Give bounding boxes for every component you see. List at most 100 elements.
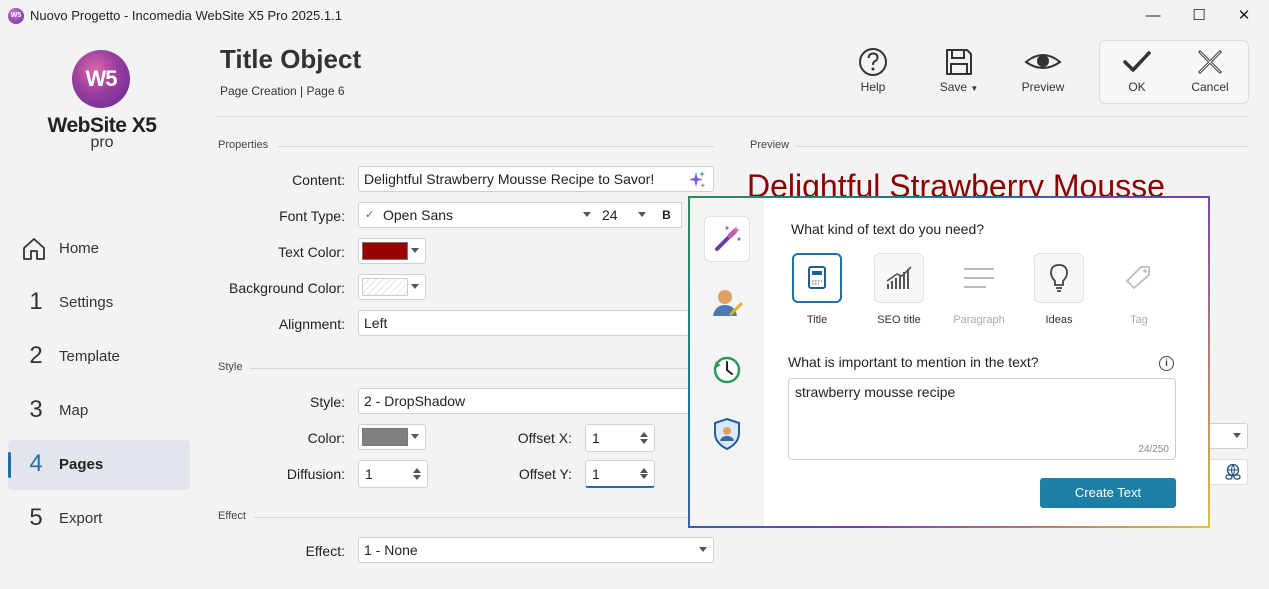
checkmark-icon: ✓ (365, 209, 375, 221)
chevron-down-icon (638, 212, 646, 217)
shield-user-icon (714, 417, 740, 451)
properties-divider (278, 146, 714, 147)
create-text-button[interactable]: Create Text (1040, 478, 1176, 508)
offset-x-stepper[interactable]: 1 (585, 424, 655, 452)
diffusion-label: Diffusion: (286, 466, 345, 482)
cancel-label: Cancel (1191, 80, 1229, 94)
link-globe-icon[interactable] (1223, 463, 1243, 481)
shadow-color-picker[interactable] (358, 424, 426, 450)
title-icon (808, 266, 826, 289)
info-icon[interactable]: i (1159, 356, 1174, 371)
maximize-button[interactable]: ☐ (1176, 0, 1222, 32)
ai-tab-magic-wand[interactable] (704, 216, 750, 262)
ai-tab-writer[interactable] (704, 282, 750, 328)
offset-y-stepper[interactable]: 1 (585, 460, 655, 488)
lightbulb-icon (1050, 264, 1068, 292)
stepper-down-icon[interactable] (413, 475, 421, 480)
font-size-value: 24 (602, 207, 618, 223)
style-value: 2 - DropShadow (364, 393, 466, 409)
help-label: Help (860, 80, 886, 94)
style-select[interactable]: 2 - DropShadow (358, 388, 714, 414)
website-x5-logo: W5 (72, 50, 130, 108)
writer-person-icon (713, 290, 743, 316)
ok-button[interactable]: OK (1113, 44, 1161, 104)
nav-pages[interactable]: 4 Pages (8, 440, 190, 490)
ai-tab-history[interactable] (704, 348, 750, 394)
bold-button[interactable]: B (652, 202, 682, 228)
diffusion-value: 1 (365, 466, 373, 482)
kind-tag-label: Tag (1130, 314, 1148, 326)
stepper-up-icon[interactable] (640, 432, 648, 437)
chevron-down-icon (699, 547, 707, 552)
cancel-button[interactable]: Cancel (1186, 44, 1234, 104)
preview-button[interactable]: Preview (1016, 44, 1070, 104)
background-color-picker[interactable] (358, 274, 426, 300)
effect-select[interactable]: 1 - None (358, 537, 714, 563)
alignment-select[interactable]: Left (358, 310, 714, 336)
ai-prompt-textarea[interactable]: strawberry mousse recipe 24/250 (788, 378, 1176, 460)
logo-edition: pro (90, 134, 114, 151)
content-field[interactable]: Delightful Strawberry Mousse Recipe to S… (358, 166, 714, 192)
ai-sparkle-icon[interactable] (687, 170, 707, 190)
effect-label: Effect: (305, 543, 345, 559)
alignment-label: Alignment: (278, 316, 345, 332)
style-label: Style: (309, 394, 345, 410)
ai-sidebar (690, 198, 764, 526)
transparent-swatch (362, 278, 408, 296)
kind-ideas-label: Ideas (1045, 314, 1073, 326)
nav-map-label: Map (59, 402, 89, 419)
home-icon (23, 238, 45, 260)
nav-settings-number: 1 (29, 288, 43, 315)
nav-export[interactable]: 5 Export (8, 494, 190, 544)
kind-paragraph-button[interactable] (954, 253, 1004, 303)
kind-title-button[interactable] (792, 253, 842, 303)
ai-assistant-popup: What kind of text do you need? Title SEO… (688, 196, 1210, 528)
kind-tag-button[interactable] (1114, 253, 1164, 303)
offset-y-value: 1 (592, 466, 600, 482)
tag-icon (1126, 266, 1150, 289)
stepper-down-icon[interactable] (640, 439, 648, 444)
chevron-down-icon (411, 248, 419, 253)
kind-seo-title-button[interactable] (874, 253, 924, 303)
close-window-button[interactable]: ✕ (1221, 0, 1267, 32)
kind-ideas-button[interactable] (1034, 253, 1084, 303)
nav-settings[interactable]: 1 Settings (8, 278, 190, 328)
page-title: Title Object (220, 44, 362, 74)
window-title-bar: W5 Nuovo Progetto - Incomedia WebSite X5… (0, 0, 1269, 32)
text-color-label: Text Color: (278, 244, 345, 260)
nav-map-number: 3 (29, 396, 43, 423)
window-title: Nuovo Progetto - Incomedia WebSite X5 Pr… (30, 8, 342, 23)
kind-paragraph-label: Paragraph (953, 314, 1005, 326)
app-icon: W5 (8, 8, 24, 24)
nav-pages-label: Pages (59, 456, 104, 473)
offset-y-label: Offset Y: (518, 466, 572, 482)
nav-map[interactable]: 3 Map (8, 386, 190, 436)
save-button[interactable]: Save ▼ (932, 44, 986, 104)
seo-chart-icon (886, 266, 912, 289)
ai-tab-privacy[interactable] (704, 412, 750, 458)
chevron-down-icon (1233, 433, 1241, 438)
ai-prompt-value: strawberry mousse recipe (795, 384, 956, 400)
text-color-picker[interactable] (358, 238, 426, 264)
nav-template-number: 2 (29, 342, 43, 369)
help-button[interactable]: Help (848, 44, 898, 104)
nav-template[interactable]: 2 Template (8, 332, 190, 382)
ai-mention-label: What is important to mention in the text… (788, 354, 1039, 370)
nav-home[interactable]: Home (8, 224, 190, 274)
stepper-down-icon[interactable] (640, 474, 648, 479)
nav-export-number: 5 (29, 504, 43, 531)
save-dropdown-icon: ▼ (970, 84, 979, 93)
font-type-select[interactable]: ✓ Open Sans (358, 202, 598, 228)
nav-export-label: Export (59, 510, 103, 527)
minimize-button[interactable]: — (1130, 0, 1176, 32)
style-section-title: Style (218, 361, 243, 373)
history-clock-icon (713, 356, 741, 384)
stepper-up-icon[interactable] (413, 468, 421, 473)
offset-x-value: 1 (592, 430, 600, 446)
offset-x-label: Offset X: (517, 430, 572, 446)
font-size-select[interactable]: 24 (597, 202, 653, 228)
diffusion-stepper[interactable]: 1 (358, 460, 428, 488)
kind-title-label: Title (806, 314, 828, 326)
stepper-up-icon[interactable] (640, 468, 648, 473)
help-icon (859, 48, 887, 76)
